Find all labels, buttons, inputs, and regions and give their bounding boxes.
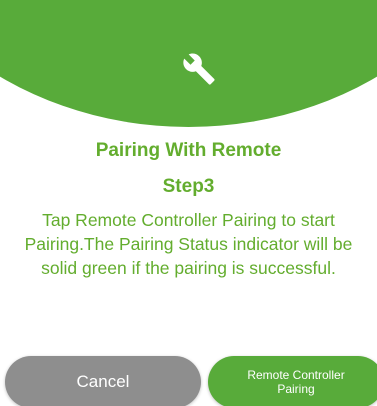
instructions-text: Tap Remote Controller Pairing to start P… <box>0 208 377 280</box>
step-label: Step3 <box>162 176 215 197</box>
instructions-line: Tap Remote Controller Pairing to start <box>42 210 335 230</box>
instructions-line: Pairing.The Pairing Status indicator wil… <box>24 234 353 254</box>
instructions-line: solid green if the pairing is successful… <box>41 258 336 278</box>
wrench-icon <box>183 53 215 85</box>
pair-button-label-line1: Remote Controller <box>247 368 345 382</box>
pair-button-label-line2: Pairing <box>277 382 315 396</box>
cancel-button[interactable]: Cancel <box>5 356 201 406</box>
remote-controller-pairing-button[interactable]: Remote Controller Pairing <box>208 356 377 406</box>
dialog-title: Pairing With Remote <box>95 140 282 161</box>
pairing-screen: Pairing With Remote Step3 Tap Remote Con… <box>0 0 377 406</box>
